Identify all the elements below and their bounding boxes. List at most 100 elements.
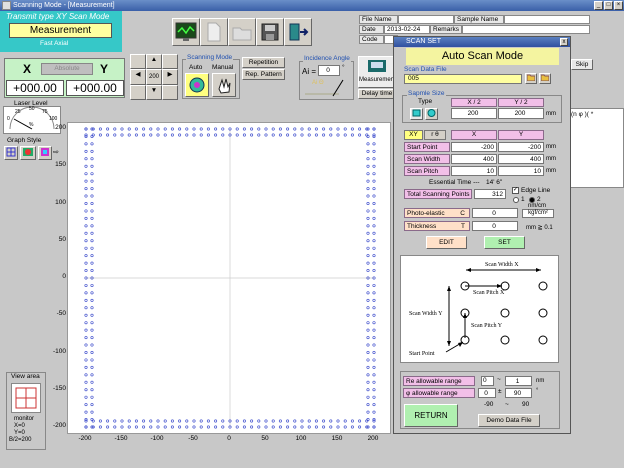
scan-point bbox=[314, 425, 318, 429]
maximize-button[interactable]: □ bbox=[604, 1, 613, 10]
graph-style-3d-button[interactable] bbox=[38, 146, 52, 160]
y2-input[interactable]: 200 bbox=[498, 108, 544, 119]
sample-size-title: Sapmle Size bbox=[407, 90, 446, 97]
jog-up-left-button[interactable] bbox=[130, 54, 146, 69]
scan-point bbox=[163, 133, 167, 137]
scanning-mode-title: Scanning Mode bbox=[186, 54, 234, 61]
save-button[interactable] bbox=[256, 18, 284, 46]
jog-up-button[interactable]: ▲ bbox=[146, 54, 162, 69]
view-area-minimap[interactable] bbox=[11, 383, 41, 413]
photo-elastic-input[interactable]: 0 bbox=[472, 208, 518, 218]
type-circle-button[interactable] bbox=[425, 108, 438, 120]
edge-line-checkbox[interactable]: ✓ bbox=[512, 187, 519, 194]
scan-point bbox=[84, 410, 88, 414]
view-y-value: Y=0 bbox=[14, 430, 25, 436]
scan-point bbox=[366, 313, 370, 317]
scan-point bbox=[127, 133, 131, 137]
graph-style-more-icon[interactable]: ⇨ bbox=[53, 148, 59, 156]
phi-width-input[interactable]: 90 bbox=[505, 388, 532, 398]
scan-point bbox=[90, 142, 94, 146]
demo-data-file-button[interactable]: Demo Data File bbox=[478, 414, 540, 427]
edit-button[interactable]: EDIT bbox=[426, 236, 467, 249]
scan-point bbox=[286, 133, 290, 137]
xy-tab[interactable]: XY bbox=[404, 130, 423, 140]
width-x-input[interactable]: 400 bbox=[451, 154, 497, 164]
new-file-icon bbox=[207, 22, 221, 42]
manual-mode-button[interactable] bbox=[212, 73, 236, 97]
save-file-button[interactable] bbox=[539, 73, 551, 84]
start-x-input[interactable]: -200 bbox=[451, 142, 497, 152]
date-field[interactable]: 2013-02-24 bbox=[384, 25, 430, 34]
pitch-y-input[interactable]: 10 bbox=[498, 166, 544, 176]
delay-time-button[interactable]: Delay time bbox=[358, 89, 396, 99]
scan-data-file-field[interactable]: 005 bbox=[404, 74, 522, 84]
sample-name-field[interactable] bbox=[504, 15, 590, 24]
type-square-button[interactable] bbox=[410, 108, 423, 120]
scan-point bbox=[366, 336, 370, 340]
graph-style-map-button[interactable] bbox=[20, 146, 36, 160]
repetition-button[interactable]: Repetition bbox=[242, 57, 285, 68]
dialog-close-button[interactable]: x bbox=[560, 38, 568, 46]
auto-mode-button[interactable] bbox=[185, 73, 209, 97]
skip-button[interactable]: Skip bbox=[571, 59, 593, 70]
scan-point bbox=[90, 380, 94, 384]
pitch-x-input[interactable]: 10 bbox=[451, 166, 497, 176]
monitor-view-button[interactable] bbox=[172, 18, 200, 46]
scan-point bbox=[163, 419, 167, 423]
scan-point bbox=[90, 410, 94, 414]
scan-point bbox=[84, 306, 88, 310]
scan-point bbox=[372, 157, 376, 161]
scan-point bbox=[372, 298, 376, 302]
jog-up-right-button[interactable] bbox=[162, 54, 178, 69]
scan-point bbox=[142, 425, 146, 429]
scan-point bbox=[293, 127, 297, 131]
close-window-button[interactable]: × bbox=[614, 1, 623, 10]
jog-step-value[interactable]: 200 bbox=[146, 69, 162, 85]
minimize-button[interactable]: _ bbox=[594, 1, 603, 10]
file-name-field[interactable] bbox=[398, 15, 454, 24]
scan-point bbox=[257, 133, 261, 137]
scan-point bbox=[372, 403, 376, 407]
start-y-input[interactable]: -200 bbox=[498, 142, 544, 152]
remarks-field[interactable] bbox=[462, 25, 590, 34]
jog-right-button[interactable]: ▶ bbox=[162, 69, 178, 85]
scan-point bbox=[90, 231, 94, 235]
jog-down-left-button[interactable] bbox=[130, 85, 146, 100]
exit-button[interactable] bbox=[284, 18, 312, 46]
phi-center-input[interactable]: 0 bbox=[478, 388, 496, 398]
scan-point bbox=[372, 224, 376, 228]
right-phi-label: (n φ )( * bbox=[571, 111, 594, 118]
x-tick-label: -50 bbox=[188, 435, 198, 442]
open-file-button[interactable] bbox=[525, 73, 537, 84]
scan-point bbox=[250, 127, 254, 131]
absolute-toggle[interactable]: Absolute bbox=[41, 63, 93, 75]
re-tilde: ~ bbox=[497, 376, 501, 383]
scan-plot[interactable] bbox=[67, 122, 391, 434]
return-button[interactable]: RETURN bbox=[404, 404, 458, 427]
open-button[interactable] bbox=[228, 18, 256, 46]
scan-point bbox=[366, 164, 370, 168]
re-unit: nm bbox=[536, 378, 545, 384]
jog-down-button[interactable]: ▼ bbox=[146, 85, 162, 100]
jog-down-right-button[interactable] bbox=[162, 85, 178, 100]
graph-style-grid-button[interactable] bbox=[4, 146, 18, 160]
jog-left-button[interactable]: ◀ bbox=[130, 69, 146, 85]
edge-option-1-radio[interactable] bbox=[513, 197, 519, 203]
new-file-button[interactable] bbox=[200, 18, 228, 46]
measurement-button[interactable]: Measurement bbox=[358, 56, 396, 88]
re-min-input[interactable]: 0 bbox=[481, 376, 494, 386]
scan-point bbox=[372, 373, 376, 377]
x2-input[interactable]: 200 bbox=[451, 108, 497, 119]
scan-point bbox=[156, 133, 160, 137]
photo-unit-2-select[interactable]: kgf/cm² bbox=[522, 209, 554, 218]
scan-point bbox=[366, 216, 370, 220]
rep-pattern-button[interactable]: Rep. Pattern bbox=[242, 69, 285, 80]
scan-point bbox=[84, 194, 88, 198]
set-button[interactable]: SET bbox=[484, 236, 525, 249]
re-max-input[interactable]: 1 bbox=[505, 376, 532, 386]
width-y-input[interactable]: 400 bbox=[498, 154, 544, 164]
scan-point bbox=[314, 419, 318, 423]
thickness-input[interactable]: 0 bbox=[472, 221, 518, 231]
ai-input[interactable]: 0 bbox=[318, 65, 340, 76]
rtheta-tab[interactable]: r θ bbox=[424, 130, 446, 140]
